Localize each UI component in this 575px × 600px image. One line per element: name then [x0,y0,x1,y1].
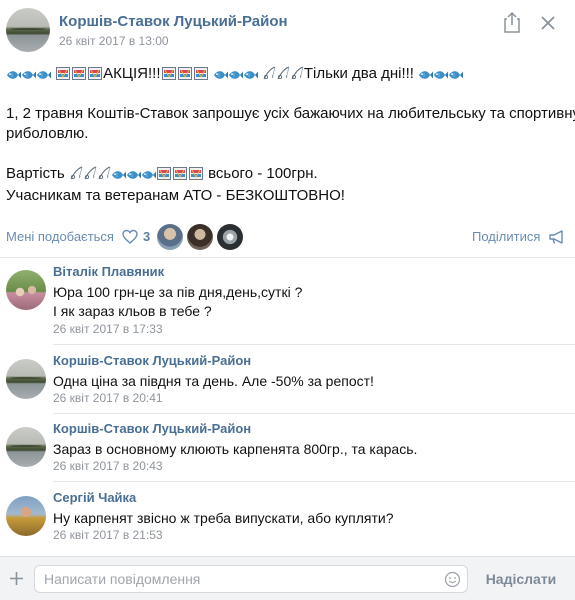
flag-icon [178,67,192,80]
fishing-rod-icon [262,66,276,80]
post-date[interactable]: 26 квіт 2017 в 13:00 [59,34,169,48]
comment-time[interactable]: 26 квіт 2017 в 17:33 [53,322,163,336]
flag-icon [162,67,176,80]
comment-author[interactable]: Сергій Чайка [53,490,136,505]
fish-icon [141,170,156,180]
plus-icon[interactable] [8,570,25,587]
fish-icon [433,70,448,80]
comment-text: Зараз в основному клюють карпенята 800гр… [53,441,418,457]
group-avatar[interactable] [6,8,50,52]
message-input[interactable] [34,565,468,593]
fish-icon [6,70,21,80]
fishing-rod-icon [290,66,304,80]
divider [53,481,575,482]
share-button[interactable]: Поділитися [472,229,540,244]
heart-icon[interactable] [122,229,138,245]
fish-icon [21,70,36,80]
divider [53,413,575,414]
comment-author[interactable]: Віталік Плавяник [53,264,164,279]
comment-author[interactable]: Коршів-Ставок Луцький-Район [53,353,251,368]
fish-icon [213,70,228,80]
smile-icon[interactable] [444,571,461,588]
flag-icon [194,67,208,80]
divider [0,257,575,258]
close-icon[interactable] [538,13,558,33]
comment-composer: Надіслати [0,556,575,600]
flag-icon [88,67,102,80]
price-suffix: всього - 100грн. [208,165,318,182]
fishing-rod-icon [276,66,290,80]
flag-icon [56,67,70,80]
share-top-icon[interactable] [502,11,522,33]
comment-author[interactable]: Коршів-Ставок Луцький-Район [53,421,251,436]
megaphone-icon[interactable] [548,229,566,245]
group-name-link[interactable]: Коршів-Ставок Луцький-Район [59,13,288,30]
fish-icon [448,70,463,80]
comment: Віталік Плавяник Юра 100 грн-це за пів д… [0,264,575,341]
post-line-veterans: Учасникам та ветеранам АТО - БЕЗКОШТОВНО… [6,187,345,204]
liker-avatar[interactable] [217,224,243,250]
comment-text: І як зараз кльов в тебе ? [53,303,212,319]
post-header: Коршів-Ставок Луцький-Район 26 квіт 2017… [0,0,575,60]
comment: Сергій Чайка Ну карпенят звісно ж треба … [0,490,575,545]
liker-avatar[interactable] [187,224,213,250]
post-line-promo: АКЦІЯ!!! Тільки два дні!!! [6,64,463,84]
comment-time[interactable]: 26 квіт 2017 в 21:53 [53,528,163,542]
send-button[interactable]: Надіслати [478,567,564,591]
fishing-rod-icon [97,166,111,180]
fish-icon [111,170,126,180]
fish-icon [243,70,258,80]
fish-icon [228,70,243,80]
fishing-rod-icon [69,166,83,180]
avatar[interactable] [6,270,46,310]
post-line-invite: 1, 2 травня Коштів-Ставок запрошує усіх … [6,105,575,122]
comment-text: Юра 100 грн-це за пів дня,день,суткі ? [53,284,303,300]
fish-icon [418,70,433,80]
comment: Коршів-Ставок Луцький-Район Одна ціна за… [0,353,575,408]
flag-icon [72,67,86,80]
two-days-text: Тільки два дні!!! [303,65,414,82]
avatar[interactable] [6,427,46,467]
comment-time[interactable]: 26 квіт 2017 в 20:41 [53,391,163,405]
promo-text: АКЦІЯ!!! [103,65,161,82]
divider [53,344,575,345]
post-line-invite-cont: риболовлю. [6,125,89,142]
avatar[interactable] [6,359,46,399]
flag-icon [157,167,171,180]
fish-icon [126,170,141,180]
comment-time[interactable]: 26 квіт 2017 в 20:43 [53,459,163,473]
fish-icon [36,70,51,80]
comment-text: Ну карпенят звісно ж треба випускати, аб… [53,510,394,526]
avatar[interactable] [6,496,46,536]
fishing-rod-icon [83,166,97,180]
comment-text: Одна ціна за півдня та день. Але -50% за… [53,373,374,389]
price-prefix: Вартість [6,165,65,182]
flag-icon [173,167,187,180]
like-button[interactable]: Мені подобається [6,229,114,244]
liker-avatar[interactable] [157,224,183,250]
post-line-price: Вартість всього - 100грн. [6,164,318,184]
likes-count[interactable]: 3 [143,229,150,244]
flag-icon [189,167,203,180]
post-actions: Мені подобається 3 Поділитися [0,222,575,252]
comment: Коршів-Ставок Луцький-Район Зараз в осно… [0,421,575,476]
